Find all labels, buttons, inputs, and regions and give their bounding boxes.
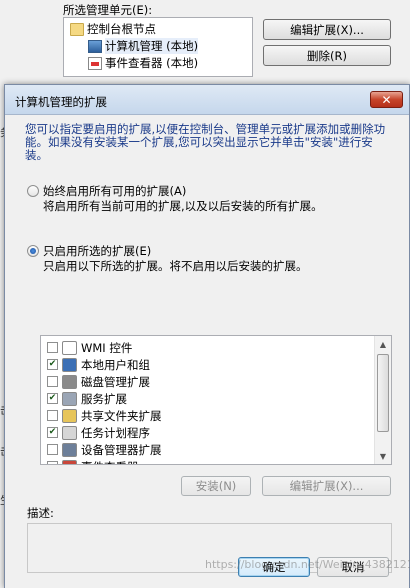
extension-label: 本地用户和组	[81, 357, 150, 372]
radio-enable-all[interactable]: 始终启用所有可用的扩展(A)	[27, 183, 186, 199]
edit-extensions-button[interactable]: 编辑扩展(X)...	[263, 19, 391, 40]
radio-enable-selected-label: 只启用所选的扩展(E)	[43, 244, 152, 258]
close-icon: ✕	[381, 92, 392, 107]
extension-label: 事件查看器	[81, 459, 139, 465]
device-manager-icon	[62, 442, 77, 457]
extension-item[interactable]: WMI 控件	[47, 339, 132, 356]
extensions-list[interactable]: WMI 控件 ✔ 本地用户和组 磁盘管理扩展 ✔ 服务扩展共享文件夹扩展 ✔ 任务计划程序 设备…	[40, 335, 392, 465]
extension-checkbox[interactable]	[47, 376, 58, 387]
extension-item[interactable]: ✔ 任务计划程序	[47, 424, 150, 441]
dialog-titlebar[interactable]: 计算机管理的扩展 ✕	[5, 85, 409, 115]
extension-checkbox[interactable]: ✔	[47, 359, 58, 370]
close-button[interactable]: ✕	[370, 91, 403, 108]
event-viewer-icon	[62, 459, 77, 464]
extension-label: 任务计划程序	[81, 425, 150, 440]
radio-button[interactable]	[27, 185, 39, 197]
scroll-thumb[interactable]	[377, 354, 389, 432]
radio-enable-selected[interactable]: 只启用所选的扩展(E)	[27, 243, 151, 259]
folder-icon	[70, 22, 84, 36]
extension-label: 共享文件夹扩展	[81, 408, 162, 423]
extension-label: WMI 控件	[81, 340, 133, 355]
extension-label: 磁盘管理扩展	[81, 374, 150, 389]
radio-button[interactable]	[27, 245, 39, 257]
tree-root-label: 控制台根节点	[87, 22, 156, 36]
radio-enable-all-label: 始终启用所有可用的扩展(A)	[43, 184, 187, 198]
extension-checkbox[interactable]: ✔	[47, 427, 58, 438]
shared-folder-icon	[62, 408, 77, 423]
dialog-body: 您可以指定要启用的扩展,以便在控制台、管理单元或扩展添加或删除功能。如果没有安装…	[5, 115, 409, 588]
edit-extension-button[interactable]: 编辑扩展(X)...	[262, 476, 391, 496]
extension-item[interactable]: 事件查看器	[47, 458, 139, 465]
scroll-up-icon[interactable]: ▲	[375, 336, 391, 352]
scroll-down-icon[interactable]: ▼	[375, 448, 391, 464]
radio-enable-all-description: 将启用所有当前可用的扩展,以及以后安装的所有扩展。	[43, 199, 323, 213]
extension-checkbox[interactable]	[47, 461, 58, 464]
extension-item[interactable]: 磁盘管理扩展	[47, 373, 150, 390]
snapin-tree[interactable]: 控制台根节点 计算机管理 (本地) 事件查看器 (本地)	[63, 17, 253, 77]
extension-item[interactable]: 共享文件夹扩展	[47, 407, 162, 424]
tree-item-label: 事件查看器 (本地)	[105, 56, 199, 70]
extension-checkbox[interactable]: ✔	[47, 393, 58, 404]
dialog-title: 计算机管理的扩展	[15, 95, 107, 109]
extension-label: 设备管理器扩展	[81, 442, 162, 457]
event-viewer-icon	[88, 56, 102, 70]
wmi-icon	[62, 340, 77, 355]
selected-snapins-label: 所选管理单元(E):	[63, 3, 153, 17]
gear-icon	[62, 391, 77, 406]
extension-item[interactable]: ✔ 服务扩展	[47, 390, 127, 407]
tree-item-label: 计算机管理 (本地)	[105, 38, 199, 54]
install-button[interactable]: 安装(N)	[181, 476, 251, 496]
delete-button[interactable]: 删除(R)	[263, 45, 391, 66]
tree-item-event-viewer[interactable]: 事件查看器 (本地)	[88, 55, 198, 71]
intro-text: 您可以指定要启用的扩展,以便在控制台、管理单元或扩展添加或删除功能。如果没有安装…	[25, 122, 386, 162]
tree-item-computer-management[interactable]: 计算机管理 (本地)	[88, 38, 199, 54]
disk-icon	[62, 374, 77, 389]
tree-root[interactable]: 控制台根节点	[70, 21, 156, 37]
radio-enable-selected-description: 只启用以下所选的扩展。将不启用以后安装的扩展。	[43, 259, 308, 273]
extension-label: 服务扩展	[81, 391, 127, 406]
extension-checkbox[interactable]	[47, 410, 58, 421]
extension-item[interactable]: 设备管理器扩展	[47, 441, 162, 458]
users-icon	[62, 357, 77, 372]
description-label: 描述:	[27, 506, 54, 520]
extension-item[interactable]: ✔ 本地用户和组	[47, 356, 150, 373]
list-scrollbar[interactable]: ▲ ▼	[374, 336, 391, 464]
clock-icon	[62, 425, 77, 440]
extension-checkbox[interactable]	[47, 444, 58, 455]
computer-management-icon	[88, 39, 102, 53]
extensions-dialog: 计算机管理的扩展 ✕ 您可以指定要启用的扩展,以便在控制台、管理单元或扩展添加或…	[4, 84, 410, 588]
extension-checkbox[interactable]	[47, 342, 58, 353]
watermark: https://blog.csdn.net/Weixin_43821218	[205, 558, 410, 571]
